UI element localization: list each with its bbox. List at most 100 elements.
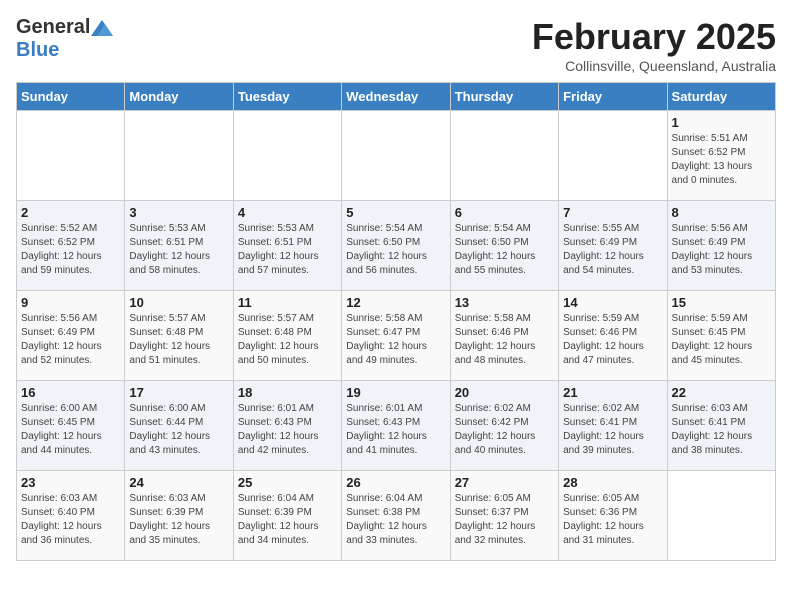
day-number: 15 bbox=[672, 295, 771, 310]
weekday-header-thursday: Thursday bbox=[450, 83, 558, 111]
calendar-week-3: 9Sunrise: 5:56 AM Sunset: 6:49 PM Daylig… bbox=[17, 291, 776, 381]
day-info: Sunrise: 6:00 AM Sunset: 6:45 PM Dayligh… bbox=[21, 402, 120, 458]
day-info: Sunrise: 5:59 AM Sunset: 6:46 PM Dayligh… bbox=[563, 312, 662, 368]
calendar-week-2: 2Sunrise: 5:52 AM Sunset: 6:52 PM Daylig… bbox=[17, 201, 776, 291]
day-number: 18 bbox=[238, 385, 337, 400]
calendar-week-1: 1 Sunrise: 5:51 AM Sunset: 6:52 PM Daylig… bbox=[17, 111, 776, 201]
day-number: 10 bbox=[129, 295, 228, 310]
calendar-cell: 1 Sunrise: 5:51 AM Sunset: 6:52 PM Daylig… bbox=[667, 111, 775, 201]
day-info: Sunrise: 6:02 AM Sunset: 6:42 PM Dayligh… bbox=[455, 402, 554, 458]
calendar-cell: 10 Sunrise: 5:57 AM Sunset: 6:48 PM Dayli… bbox=[125, 291, 233, 381]
day-number: 7 bbox=[563, 205, 662, 220]
day-number: 3 bbox=[129, 205, 228, 220]
calendar-cell: 14 Sunrise: 5:59 AM Sunset: 6:46 PM Dayli… bbox=[559, 291, 667, 381]
weekday-header-monday: Monday bbox=[125, 83, 233, 111]
day-number: 8 bbox=[672, 205, 771, 220]
day-info: Sunrise: 5:53 AM Sunset: 6:51 PM Dayligh… bbox=[238, 222, 337, 278]
day-number: 28 bbox=[563, 475, 662, 490]
day-info: Sunrise: 6:03 AM Sunset: 6:41 PM Dayligh… bbox=[672, 402, 771, 458]
day-info: Sunrise: 6:03 AM Sunset: 6:40 PM Dayligh… bbox=[21, 492, 120, 548]
logo-icon bbox=[91, 20, 113, 36]
day-info: Sunrise: 5:54 AM Sunset: 6:50 PM Dayligh… bbox=[346, 222, 445, 278]
calendar-cell bbox=[17, 111, 125, 201]
logo-general: General bbox=[16, 16, 90, 39]
day-number: 14 bbox=[563, 295, 662, 310]
calendar-cell bbox=[125, 111, 233, 201]
day-info: Sunrise: 5:58 AM Sunset: 6:46 PM Dayligh… bbox=[455, 312, 554, 368]
logo: General Blue bbox=[16, 16, 114, 62]
calendar-cell: 22 Sunrise: 6:03 AM Sunset: 6:41 PM Dayli… bbox=[667, 381, 775, 471]
calendar-cell: 9Sunrise: 5:56 AM Sunset: 6:49 PM Daylig… bbox=[17, 291, 125, 381]
calendar-cell: 17Sunrise: 6:00 AM Sunset: 6:44 PM Dayli… bbox=[125, 381, 233, 471]
calendar-table: SundayMondayTuesdayWednesdayThursdayFrid… bbox=[16, 82, 776, 561]
calendar-cell: 4 Sunrise: 5:53 AM Sunset: 6:51 PM Daylig… bbox=[233, 201, 341, 291]
location: Collinsville, Queensland, Australia bbox=[532, 58, 776, 74]
calendar-cell: 27Sunrise: 6:05 AM Sunset: 6:37 PM Dayli… bbox=[450, 471, 558, 561]
calendar-week-5: 23 Sunrise: 6:03 AM Sunset: 6:40 PM Dayli… bbox=[17, 471, 776, 561]
calendar-cell: 6 Sunrise: 5:54 AM Sunset: 6:50 PM Daylig… bbox=[450, 201, 558, 291]
day-info: Sunrise: 6:04 AM Sunset: 6:38 PM Dayligh… bbox=[346, 492, 445, 548]
day-number: 6 bbox=[455, 205, 554, 220]
day-number: 23 bbox=[21, 475, 120, 490]
calendar-cell: 26 Sunrise: 6:04 AM Sunset: 6:38 PM Dayli… bbox=[342, 471, 450, 561]
calendar-cell bbox=[450, 111, 558, 201]
day-info: Sunrise: 5:57 AM Sunset: 6:48 PM Dayligh… bbox=[238, 312, 337, 368]
calendar-cell: 15 Sunrise: 5:59 AM Sunset: 6:45 PM Dayli… bbox=[667, 291, 775, 381]
calendar-cell: 21Sunrise: 6:02 AM Sunset: 6:41 PM Dayli… bbox=[559, 381, 667, 471]
calendar-cell: 28 Sunrise: 6:05 AM Sunset: 6:36 PM Dayli… bbox=[559, 471, 667, 561]
day-info: Sunrise: 5:51 AM Sunset: 6:52 PM Dayligh… bbox=[672, 132, 771, 188]
calendar-cell: 3 Sunrise: 5:53 AM Sunset: 6:51 PM Daylig… bbox=[125, 201, 233, 291]
calendar-cell: 18 Sunrise: 6:01 AM Sunset: 6:43 PM Dayli… bbox=[233, 381, 341, 471]
day-info: Sunrise: 6:04 AM Sunset: 6:39 PM Dayligh… bbox=[238, 492, 337, 548]
day-info: Sunrise: 5:55 AM Sunset: 6:49 PM Dayligh… bbox=[563, 222, 662, 278]
weekday-header-wednesday: Wednesday bbox=[342, 83, 450, 111]
day-number: 27 bbox=[455, 475, 554, 490]
weekday-header-saturday: Saturday bbox=[667, 83, 775, 111]
day-number: 25 bbox=[238, 475, 337, 490]
calendar-cell: 7 Sunrise: 5:55 AM Sunset: 6:49 PM Daylig… bbox=[559, 201, 667, 291]
calendar-cell bbox=[233, 111, 341, 201]
day-number: 16 bbox=[21, 385, 120, 400]
calendar-cell: 12 Sunrise: 5:58 AM Sunset: 6:47 PM Dayli… bbox=[342, 291, 450, 381]
month-title: February 2025 bbox=[532, 16, 776, 58]
calendar-week-4: 16 Sunrise: 6:00 AM Sunset: 6:45 PM Dayli… bbox=[17, 381, 776, 471]
day-number: 21 bbox=[563, 385, 662, 400]
day-info: Sunrise: 6:01 AM Sunset: 6:43 PM Dayligh… bbox=[238, 402, 337, 458]
day-number: 26 bbox=[346, 475, 445, 490]
day-number: 12 bbox=[346, 295, 445, 310]
calendar-cell: 16 Sunrise: 6:00 AM Sunset: 6:45 PM Dayli… bbox=[17, 381, 125, 471]
day-number: 22 bbox=[672, 385, 771, 400]
day-info: Sunrise: 5:57 AM Sunset: 6:48 PM Dayligh… bbox=[129, 312, 228, 368]
calendar-cell: 19 Sunrise: 6:01 AM Sunset: 6:43 PM Dayli… bbox=[342, 381, 450, 471]
calendar-cell: 5Sunrise: 5:54 AM Sunset: 6:50 PM Daylig… bbox=[342, 201, 450, 291]
day-number: 2 bbox=[21, 205, 120, 220]
calendar-body: 1 Sunrise: 5:51 AM Sunset: 6:52 PM Daylig… bbox=[17, 111, 776, 561]
day-info: Sunrise: 5:53 AM Sunset: 6:51 PM Dayligh… bbox=[129, 222, 228, 278]
calendar-cell: 11 Sunrise: 5:57 AM Sunset: 6:48 PM Dayli… bbox=[233, 291, 341, 381]
day-info: Sunrise: 5:56 AM Sunset: 6:49 PM Dayligh… bbox=[672, 222, 771, 278]
weekday-row: SundayMondayTuesdayWednesdayThursdayFrid… bbox=[17, 83, 776, 111]
calendar-cell: 24Sunrise: 6:03 AM Sunset: 6:39 PM Dayli… bbox=[125, 471, 233, 561]
calendar-cell: 25 Sunrise: 6:04 AM Sunset: 6:39 PM Dayli… bbox=[233, 471, 341, 561]
day-number: 4 bbox=[238, 205, 337, 220]
calendar-cell bbox=[667, 471, 775, 561]
day-info: Sunrise: 5:54 AM Sunset: 6:50 PM Dayligh… bbox=[455, 222, 554, 278]
day-number: 19 bbox=[346, 385, 445, 400]
day-number: 11 bbox=[238, 295, 337, 310]
weekday-header-tuesday: Tuesday bbox=[233, 83, 341, 111]
day-number: 24 bbox=[129, 475, 228, 490]
title-block: February 2025 Collinsville, Queensland, … bbox=[532, 16, 776, 74]
day-info: Sunrise: 6:01 AM Sunset: 6:43 PM Dayligh… bbox=[346, 402, 445, 458]
day-number: 1 bbox=[672, 115, 771, 130]
day-info: Sunrise: 6:00 AM Sunset: 6:44 PM Dayligh… bbox=[129, 402, 228, 458]
calendar-header: SundayMondayTuesdayWednesdayThursdayFrid… bbox=[17, 83, 776, 111]
day-info: Sunrise: 6:05 AM Sunset: 6:36 PM Dayligh… bbox=[563, 492, 662, 548]
weekday-header-friday: Friday bbox=[559, 83, 667, 111]
weekday-header-sunday: Sunday bbox=[17, 83, 125, 111]
calendar-cell: 13Sunrise: 5:58 AM Sunset: 6:46 PM Dayli… bbox=[450, 291, 558, 381]
day-number: 9 bbox=[21, 295, 120, 310]
calendar-cell: 2Sunrise: 5:52 AM Sunset: 6:52 PM Daylig… bbox=[17, 201, 125, 291]
calendar-cell bbox=[342, 111, 450, 201]
day-info: Sunrise: 5:59 AM Sunset: 6:45 PM Dayligh… bbox=[672, 312, 771, 368]
day-info: Sunrise: 5:58 AM Sunset: 6:47 PM Dayligh… bbox=[346, 312, 445, 368]
